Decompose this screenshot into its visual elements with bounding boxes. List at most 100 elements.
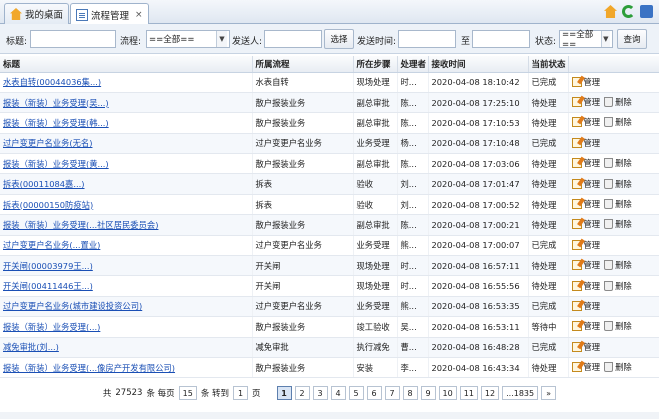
manage-action[interactable]: 管理: [571, 300, 600, 312]
column-header-handler[interactable]: 处理者: [397, 56, 429, 73]
home-icon[interactable]: [604, 5, 617, 18]
page-button[interactable]: 10: [438, 386, 457, 400]
cell-status: 待处理: [528, 153, 569, 175]
cell-title[interactable]: 过户变更户名业务(城市建设投资公司): [0, 296, 253, 318]
table-row[interactable]: 过户变更户名业务(城市建设投资公司) 过户变更户名业务 业务受理 熊... 2020-0…: [0, 296, 659, 318]
table-row[interactable]: 开关闸(00003979王...) 开关闸 现场处理 时... 2020-04-08 1…: [0, 255, 659, 277]
manage-label: 管理: [583, 260, 601, 271]
manage-action[interactable]: 管理: [571, 116, 600, 128]
table-row[interactable]: 报装（新装）业务受理(韩...) 散户报装业务 副总审批 陈... 2020-04-08…: [0, 112, 659, 134]
delete-action[interactable]: 删除: [604, 178, 632, 190]
delete-action[interactable]: 删除: [604, 157, 632, 169]
cell-title[interactable]: 报装（新装）业务受理(黄...): [0, 153, 253, 175]
page-button[interactable]: 11: [459, 386, 478, 400]
cell-title[interactable]: 报装（新装）业务受理(韩...): [0, 112, 253, 134]
table-row[interactable]: 报装（新装）业务受理(...社区居民委员会) 散户报装业务 副总审批 陈... 2020…: [0, 214, 659, 236]
title-input[interactable]: [30, 30, 116, 48]
column-header-status[interactable]: 当前状态: [528, 56, 569, 73]
cell-title[interactable]: 过户变更户名业务(无名): [0, 133, 253, 155]
manage-action[interactable]: 管理: [571, 341, 600, 353]
table-row[interactable]: 水表自转(00044036集...) 水表自转 现场处理 时... 2020-04-08…: [0, 72, 659, 93]
page-button[interactable]: 5: [348, 386, 364, 400]
delete-action[interactable]: 删除: [604, 259, 632, 271]
manage-action[interactable]: 管理: [571, 361, 600, 373]
page-button[interactable]: ...1835: [502, 386, 539, 400]
cell-status: 待处理: [528, 255, 569, 277]
delete-action[interactable]: 删除: [604, 218, 632, 230]
delete-action[interactable]: 删除: [604, 96, 632, 108]
page-button[interactable]: 2: [294, 386, 310, 400]
cell-title[interactable]: 拆表(00011084嘉...): [0, 173, 253, 195]
manage-action[interactable]: 管理: [571, 76, 600, 88]
cell-title[interactable]: 报装（新装）业务受理(吴...): [0, 92, 253, 114]
delete-action[interactable]: 删除: [604, 280, 632, 292]
cell-actions: 管理 删除: [568, 153, 659, 175]
tab-my-desktop[interactable]: 我的桌面: [4, 3, 70, 24]
table-row[interactable]: 过户变更户名业务(无名) 过户变更户名业务 业务受理 杨... 2020-04-08 1…: [0, 133, 659, 155]
table-row[interactable]: 报装（新装）业务受理(吴...) 散户报装业务 副总审批 陈... 2020-04-08…: [0, 92, 659, 114]
manage-action[interactable]: 管理: [571, 96, 600, 108]
page-button[interactable]: 8: [402, 386, 418, 400]
table-row[interactable]: 拆表(00000150防疫站) 拆表 验收 刘... 2020-04-08 17:00:…: [0, 194, 659, 216]
cell-status: 已完成: [528, 133, 569, 155]
page-button[interactable]: 12: [480, 386, 500, 400]
cell-title[interactable]: 开关闸(00411446王...): [0, 275, 253, 297]
page-size-input[interactable]: 15: [178, 386, 197, 400]
start-time-input[interactable]: [398, 30, 456, 48]
cell-step: 执行减免: [353, 337, 398, 358]
goto-page-input[interactable]: 1: [233, 386, 249, 400]
choose-button[interactable]: 选择: [324, 29, 354, 49]
process-table: 标题 所属流程 所在步骤 处理者 接收时间 当前状态 水表自转(00044036…: [0, 56, 659, 379]
column-header-flow[interactable]: 所属流程: [252, 56, 354, 73]
column-header-step[interactable]: 所在步骤: [353, 56, 398, 73]
cell-title[interactable]: 报装（新装）业务受理(...像房产开发有限公司): [0, 357, 253, 379]
manage-action[interactable]: 管理: [571, 157, 600, 169]
flow-select[interactable]: ==全部== ▼: [146, 30, 230, 48]
navigation-icon[interactable]: [640, 5, 653, 18]
table-row[interactable]: 减免审批(刘...) 减免审批 执行减免 曹... 2020-04-08 16:48:2…: [0, 337, 659, 358]
manage-action[interactable]: 管理: [571, 259, 601, 271]
cell-title[interactable]: 减免审批(刘...): [0, 337, 253, 358]
table-row[interactable]: 报装（新装）业务受理(黄...) 散户报装业务 副总审批 陈... 2020-04-08…: [0, 153, 659, 175]
close-icon[interactable]: ×: [135, 10, 143, 20]
cell-title[interactable]: 报装（新装）业务受理(...社区居民委员会): [0, 214, 253, 236]
manage-action[interactable]: 管理: [571, 218, 600, 230]
query-button[interactable]: 查询: [617, 29, 647, 49]
refresh-icon[interactable]: [622, 5, 635, 18]
manage-action[interactable]: 管理: [571, 320, 600, 332]
table-row[interactable]: 拆表(00011084嘉...) 拆表 验收 刘... 2020-04-08 17:01…: [0, 173, 659, 195]
page-button[interactable]: 4: [330, 386, 346, 400]
manage-action[interactable]: 管理: [571, 280, 600, 292]
delete-action[interactable]: 删除: [604, 320, 632, 332]
cell-status: 待处理: [528, 214, 569, 236]
cell-title[interactable]: 过户变更户名业务(...置业): [0, 235, 253, 257]
next-page-button[interactable]: »: [541, 386, 557, 400]
table-row[interactable]: 报装（新装）业务受理(...) 散户报装业务 竣工验收 吴... 2020-04-08 …: [0, 316, 659, 338]
total-prefix: 共: [102, 389, 112, 399]
cell-title[interactable]: 开关闸(00003979王...): [0, 255, 253, 277]
delete-action[interactable]: 删除: [604, 116, 632, 128]
manage-action[interactable]: 管理: [571, 198, 600, 210]
cell-title[interactable]: 水表自转(00044036集...): [0, 72, 253, 93]
page-button[interactable]: 7: [384, 386, 400, 400]
delete-action[interactable]: 删除: [604, 361, 632, 373]
manage-action[interactable]: 管理: [571, 239, 600, 251]
page-button[interactable]: 9: [420, 386, 436, 400]
page-button[interactable]: 1: [276, 386, 292, 400]
delete-action[interactable]: 删除: [604, 198, 632, 210]
cell-title[interactable]: 报装（新装）业务受理(...): [0, 316, 253, 338]
page-button[interactable]: 3: [312, 386, 328, 400]
sender-input[interactable]: [264, 30, 322, 48]
column-header-title[interactable]: 标题: [0, 56, 253, 73]
table-row[interactable]: 开关闸(00411446王...) 开关闸 现场处理 时... 2020-04-08 1…: [0, 275, 659, 297]
status-select[interactable]: ==全部== ▼: [559, 30, 613, 50]
cell-title[interactable]: 拆表(00000150防疫站): [0, 194, 253, 216]
tab-process-management[interactable]: 流程管理 ×: [70, 3, 149, 25]
page-button[interactable]: 6: [366, 386, 382, 400]
manage-action[interactable]: 管理: [571, 178, 600, 190]
manage-action[interactable]: 管理: [571, 137, 600, 149]
end-time-input[interactable]: [472, 30, 530, 48]
table-row[interactable]: 报装（新装）业务受理(...像房产开发有限公司) 散户报装业务 安装 李... 2020…: [0, 357, 659, 379]
table-row[interactable]: 过户变更户名业务(...置业) 过户变更户名业务 业务受理 熊... 2020-04-0…: [0, 235, 659, 257]
column-header-time[interactable]: 接收时间: [428, 56, 529, 73]
